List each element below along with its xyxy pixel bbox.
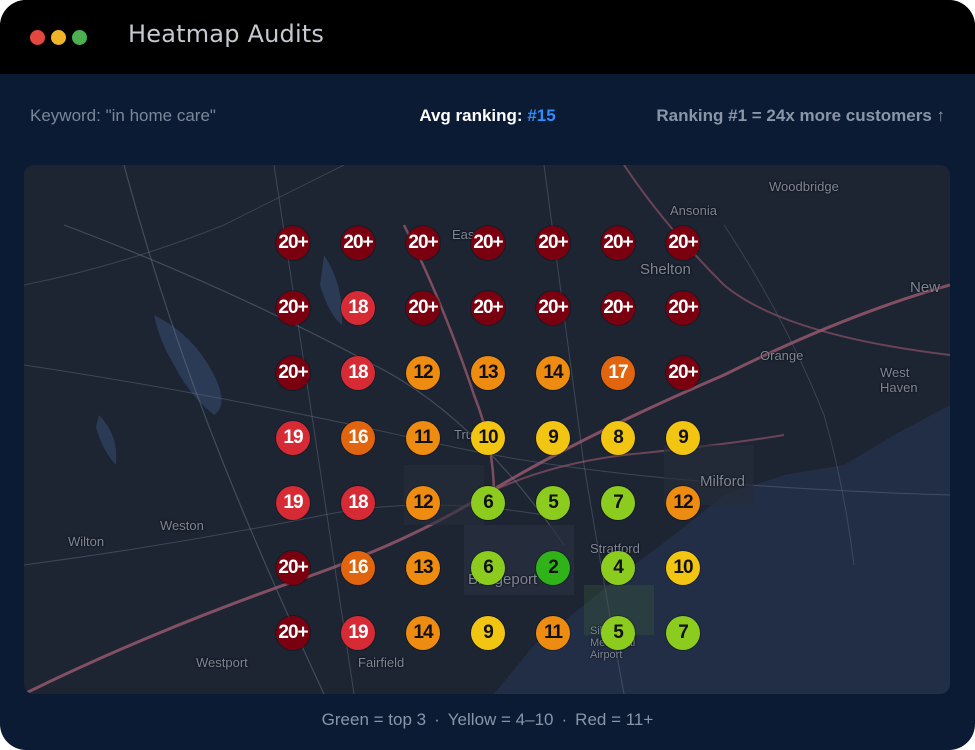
map-label-woodbridge: Woodbridge bbox=[769, 179, 839, 194]
ranking-pin[interactable]: 9 bbox=[471, 616, 505, 650]
ranking-pin[interactable]: 20+ bbox=[666, 356, 700, 390]
ranking-pin[interactable]: 20+ bbox=[276, 291, 310, 325]
ranking-pin[interactable]: 14 bbox=[406, 616, 440, 650]
ranking-pin[interactable]: 20+ bbox=[406, 226, 440, 260]
ranking-pin[interactable]: 17 bbox=[601, 356, 635, 390]
ranking-pin[interactable]: 20+ bbox=[666, 226, 700, 260]
map-label-west-haven: West Haven bbox=[880, 365, 918, 395]
ranking-pin[interactable]: 20+ bbox=[406, 291, 440, 325]
app-window: Heatmap Audits Keyword: "in home care" A… bbox=[0, 0, 975, 750]
info-bar: Keyword: "in home care" Avg ranking: #15… bbox=[30, 106, 945, 130]
ranking-pin[interactable]: 11 bbox=[406, 421, 440, 455]
ranking-pin[interactable]: 6 bbox=[471, 486, 505, 520]
ranking-pin[interactable]: 10 bbox=[666, 551, 700, 585]
ranking-pin[interactable]: 20+ bbox=[276, 356, 310, 390]
ranking-pin[interactable]: 19 bbox=[341, 616, 375, 650]
ranking-pin[interactable]: 7 bbox=[601, 486, 635, 520]
ranking-pin[interactable]: 20+ bbox=[341, 226, 375, 260]
legend-separator: · bbox=[434, 710, 440, 729]
ranking-pin[interactable]: 19 bbox=[276, 421, 310, 455]
ranking-pin[interactable]: 6 bbox=[471, 551, 505, 585]
legend-red: Red = 11+ bbox=[575, 710, 654, 729]
ranking-pin[interactable]: 12 bbox=[666, 486, 700, 520]
map-label-new-haven: New bbox=[910, 279, 941, 296]
map-label-fairfield: Fairfield bbox=[358, 655, 405, 670]
ranking-pin[interactable]: 9 bbox=[536, 421, 570, 455]
average-ranking-value: #15 bbox=[527, 106, 556, 125]
ranking-pin[interactable]: 20+ bbox=[471, 226, 505, 260]
ranking-pin[interactable]: 10 bbox=[471, 421, 505, 455]
ranking-pin[interactable]: 20+ bbox=[536, 291, 570, 325]
app-title: Heatmap Audits bbox=[128, 20, 325, 48]
ranking-pin[interactable]: 20+ bbox=[536, 226, 570, 260]
ranking-pin[interactable]: 16 bbox=[341, 421, 375, 455]
ranking-pin[interactable]: 20+ bbox=[601, 226, 635, 260]
minimize-window-button[interactable] bbox=[51, 30, 66, 45]
ranking-pin[interactable]: 20+ bbox=[601, 291, 635, 325]
ranking-pin[interactable]: 20+ bbox=[471, 291, 505, 325]
ranking-pin[interactable]: 18 bbox=[341, 356, 375, 390]
map-label-milford: Milford bbox=[700, 473, 746, 490]
ranking-pin[interactable]: 20+ bbox=[276, 616, 310, 650]
ranking-pin[interactable]: 7 bbox=[666, 616, 700, 650]
ranking-pin[interactable]: 14 bbox=[536, 356, 570, 390]
ranking-pin[interactable]: 11 bbox=[536, 616, 570, 650]
heatmap-map[interactable]: Woodbridge Ansonia Shelton New Orange We… bbox=[24, 165, 950, 694]
ranking-pin[interactable]: 20+ bbox=[276, 226, 310, 260]
map-label-orange: Orange bbox=[760, 348, 804, 363]
ranking-pin[interactable]: 16 bbox=[341, 551, 375, 585]
map-label-shelton: Shelton bbox=[640, 261, 691, 278]
ranking-pin[interactable]: 12 bbox=[406, 356, 440, 390]
ranking-pin[interactable]: 20+ bbox=[276, 551, 310, 585]
ranking-pin[interactable]: 19 bbox=[276, 486, 310, 520]
legend-green: Green = top 3 bbox=[321, 710, 427, 729]
ranking-pin[interactable]: 18 bbox=[341, 486, 375, 520]
map-label-weston: Weston bbox=[160, 518, 204, 533]
ranking-pin[interactable]: 4 bbox=[601, 551, 635, 585]
close-window-button[interactable] bbox=[30, 30, 45, 45]
title-bar: Heatmap Audits bbox=[0, 0, 975, 74]
map-label-ansonia: Ansonia bbox=[670, 203, 717, 218]
ranking-pin[interactable]: 20+ bbox=[666, 291, 700, 325]
legend-yellow: Yellow = 4–10 bbox=[447, 710, 554, 729]
maximize-window-button[interactable] bbox=[72, 30, 87, 45]
ranking-pin[interactable]: 5 bbox=[601, 616, 635, 650]
average-ranking-label: Avg ranking: bbox=[419, 106, 528, 125]
ranking-pin[interactable]: 18 bbox=[341, 291, 375, 325]
ranking-pin[interactable]: 9 bbox=[666, 421, 700, 455]
map-label-wilton: Wilton bbox=[68, 534, 105, 549]
ranking-pin[interactable]: 2 bbox=[536, 551, 570, 585]
ranking-pin[interactable]: 5 bbox=[536, 486, 570, 520]
ranking-pin[interactable]: 8 bbox=[601, 421, 635, 455]
legend: Green = top 3 · Yellow = 4–10 · Red = 11+ bbox=[0, 710, 975, 730]
legend-separator: · bbox=[561, 710, 568, 729]
ranking-pin[interactable]: 13 bbox=[406, 551, 440, 585]
map-label-westport: Westport bbox=[196, 655, 248, 670]
ranking-pin[interactable]: 13 bbox=[471, 356, 505, 390]
ranking-promo-text: Ranking #1 = 24x more customers ↑ bbox=[656, 106, 945, 125]
ranking-pin[interactable]: 12 bbox=[406, 486, 440, 520]
